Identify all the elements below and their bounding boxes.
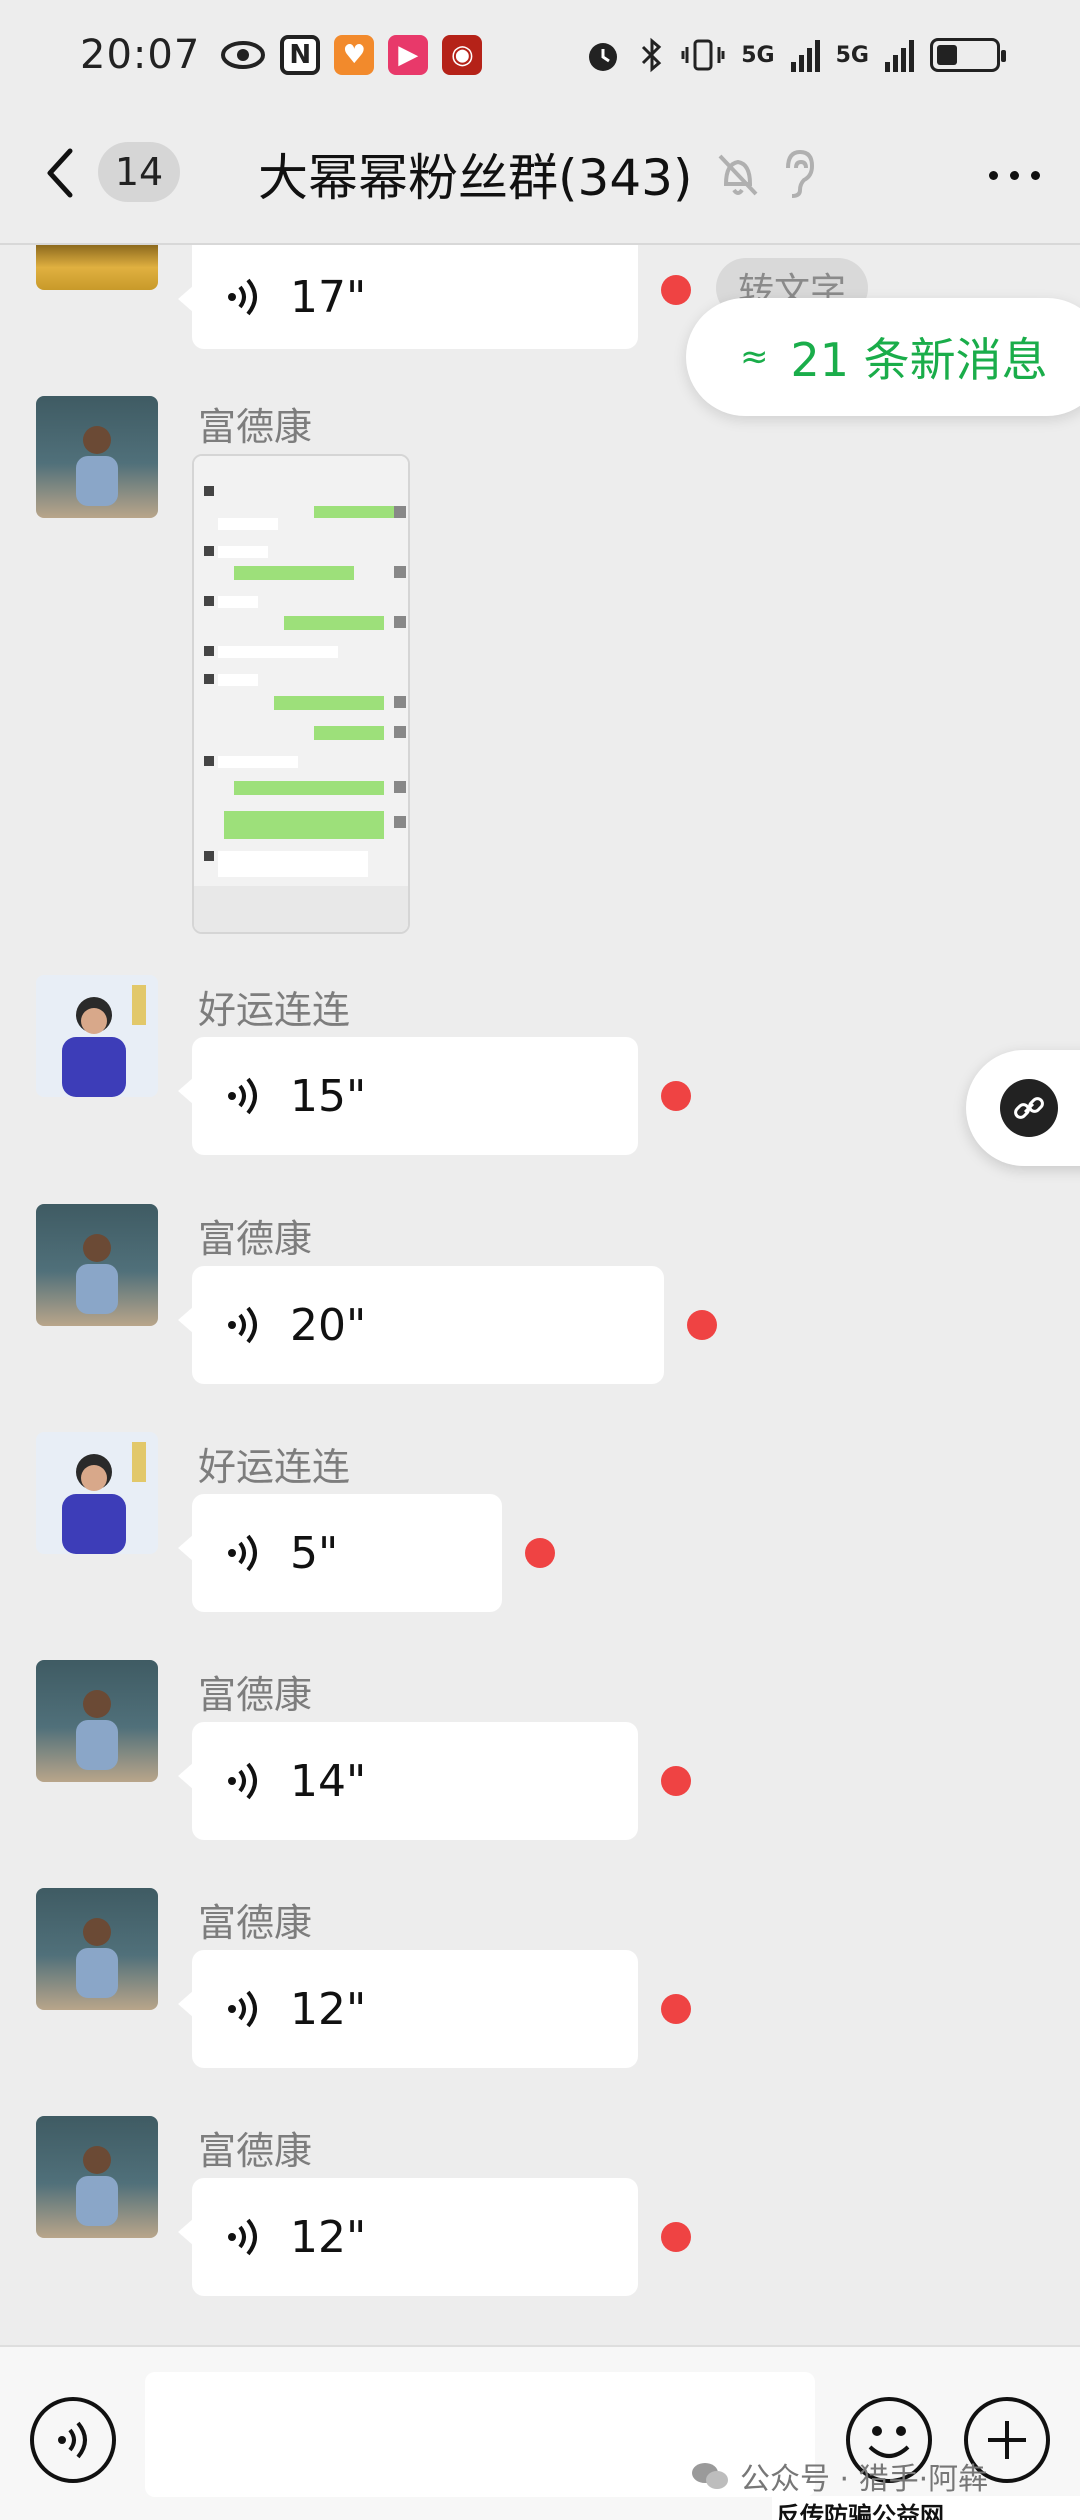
link-icon [1000, 1079, 1058, 1137]
sender-name: 富德康 [198, 1673, 313, 1717]
battery-icon [930, 38, 1006, 72]
voice-wave-icon [228, 278, 257, 316]
new-messages-label: 21 条新消息 [790, 333, 1048, 387]
person-avatar-icon [62, 1442, 146, 1554]
network-label: 5G [741, 42, 775, 68]
network-label-2: 5G [835, 42, 869, 68]
battery-fill [937, 45, 957, 65]
status-notification-icons: N ♥ ▶ ◉ [220, 35, 483, 75]
person-avatar-icon [62, 985, 146, 1097]
vibrate-icon [681, 39, 725, 71]
bluetooth-icon [642, 37, 662, 73]
avatar[interactable] [36, 1660, 158, 1782]
plus-icon [988, 2421, 1026, 2459]
person-avatar-icon [76, 2146, 118, 2226]
status-bar: 20:07 N ♥ ▶ ◉ 5G 5G [0, 0, 1080, 110]
sender-name: 富德康 [198, 1217, 313, 1261]
unread-dot [661, 1994, 691, 2024]
sender-name: 好运连连 [198, 1445, 351, 1489]
voice-message-bubble[interactable]: 12" [178, 2178, 638, 2296]
sender-name: 富德康 [198, 2129, 313, 2173]
voice-wave-icon [228, 1534, 257, 1572]
sender-name: 好运连连 [198, 988, 351, 1032]
signal-icon-2 [885, 38, 914, 72]
voice-wave-icon [228, 1077, 257, 1115]
voice-wave-icon [228, 1762, 257, 1800]
chat-title: 大幂幂粉丝群(343) [258, 149, 693, 207]
sender-name: 富德康 [198, 405, 313, 449]
voice-duration: 20" [290, 1299, 367, 1351]
avatar[interactable] [36, 1888, 158, 2010]
alarm-icon [589, 43, 618, 71]
voice-message-bubble[interactable]: 14" [178, 1722, 638, 1840]
avatar[interactable] [36, 2116, 158, 2238]
voice-duration: 12" [290, 1983, 367, 2035]
new-messages-button[interactable]: ≈ 21 条新消息 [686, 298, 1080, 416]
unread-dot [661, 2222, 691, 2252]
link-floating-button[interactable] [966, 1050, 1080, 1166]
unread-chats-badge[interactable]: 14 [98, 142, 180, 202]
video-app-icon: ▶ [388, 35, 429, 75]
wechat-icon [692, 2463, 728, 2489]
nfc-icon: N [280, 35, 321, 75]
chat-header: 14 大幂幂粉丝群(343) [0, 110, 1080, 245]
watermark-site: 反传防骗公益网 www.wazi.cc [772, 2496, 1080, 2520]
chevron-left-icon [47, 148, 73, 198]
voice-message-bubble[interactable]: 15" [178, 1037, 638, 1155]
signal-icon [790, 38, 820, 72]
screenshot-image[interactable] [192, 454, 410, 934]
double-chevron-up-icon: ≈ [740, 337, 769, 377]
watermark-account: 公众号 · 猎手·阿犇 [740, 2462, 989, 2497]
avatar[interactable] [36, 396, 158, 518]
unread-dot [661, 275, 691, 305]
voice-duration: 5" [290, 1527, 339, 1579]
avatar[interactable] [36, 1432, 158, 1554]
avatar[interactable] [36, 245, 158, 290]
voice-message-bubble[interactable]: 17" [178, 245, 638, 349]
status-system-icons: 5G 5G [583, 35, 1006, 75]
red-app-icon: ◉ [442, 35, 483, 75]
voice-message-bubble[interactable]: 20" [178, 1266, 664, 1384]
muted-bell-icon [718, 154, 758, 196]
watermark: 公众号 · 猎手·阿犇 [690, 2454, 988, 2498]
voice-wave-icon [58, 2421, 87, 2459]
unread-dot [661, 1081, 691, 1111]
person-avatar-icon [76, 1234, 118, 1314]
unread-dot [661, 1766, 691, 1796]
back-button[interactable] [40, 138, 90, 208]
voice-duration: 15" [290, 1070, 367, 1122]
eye-icon [221, 41, 266, 69]
app-heart-icon: ♥ [334, 35, 375, 75]
ear-icon [786, 149, 815, 198]
sender-name: 富德康 [198, 1901, 313, 1945]
chat-screenshot-thumbnail [194, 456, 408, 932]
more-options-button[interactable] [989, 150, 1040, 200]
person-avatar-icon [76, 426, 118, 506]
voice-message-bubble[interactable]: 5" [178, 1494, 502, 1612]
unread-dot [687, 1310, 717, 1340]
person-avatar-icon [76, 1690, 118, 1770]
unread-dot [525, 1538, 555, 1568]
voice-duration: 12" [290, 2211, 367, 2263]
avatar[interactable] [36, 975, 158, 1097]
voice-wave-icon [228, 1306, 257, 1344]
voice-duration: 14" [290, 1755, 367, 1807]
voice-message-bubble[interactable]: 12" [178, 1950, 638, 2068]
person-avatar-icon [76, 1918, 118, 1998]
voice-duration: 17" [290, 271, 367, 323]
avatar[interactable] [36, 1204, 158, 1326]
voice-input-button[interactable] [30, 2397, 116, 2483]
voice-wave-icon [228, 2218, 257, 2256]
status-time: 20:07 [80, 32, 201, 78]
voice-wave-icon [228, 1990, 257, 2028]
